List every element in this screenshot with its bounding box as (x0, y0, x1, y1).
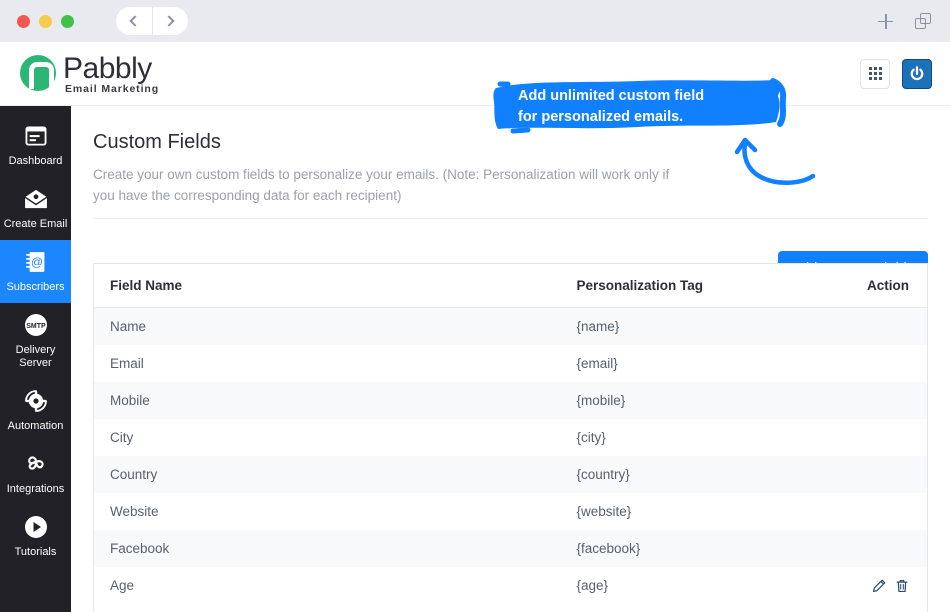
smtp-icon: SMTP (23, 312, 49, 338)
pabbly-logo[interactable]: Pabbly Email Marketing (20, 51, 160, 95)
minimize-window-button[interactable] (39, 14, 52, 28)
close-window-button[interactable] (17, 14, 30, 28)
sidebar-item-label: Integrations (6, 483, 65, 495)
logo-subtitle: Email Marketing (65, 82, 160, 95)
window-traffic-lights (17, 14, 74, 28)
cell-actions (844, 530, 927, 567)
app-window: Pabbly Email Marketing Dashboard Create … (0, 0, 950, 612)
cell-actions (844, 493, 927, 530)
plus-icon[interactable] (878, 13, 893, 29)
sidebar-item-label: Dashboard (8, 155, 63, 167)
cell-personalization-tag: {country} (576, 467, 630, 482)
power-logout-button[interactable] (902, 58, 932, 89)
stacked-windows-icon[interactable] (915, 12, 932, 30)
back-button[interactable] (116, 7, 152, 35)
cell-personalization-tag: {email} (576, 356, 618, 371)
play-circle-icon (23, 514, 49, 540)
table-row[interactable]: Facebook {facebook} (94, 530, 927, 567)
table-row[interactable]: Website {website} (94, 493, 927, 530)
sidebar-item-create-email[interactable]: Create Email (0, 177, 71, 240)
apps-grid-button[interactable] (860, 58, 890, 89)
cell-actions (844, 382, 927, 419)
cell-actions (844, 456, 927, 493)
cell-personalization-tag: {city} (576, 430, 606, 445)
cell-actions (844, 567, 927, 604)
gear-automation-icon (23, 388, 49, 414)
cell-field-name: Mobile (110, 393, 150, 408)
page-title: Custom Fields (93, 131, 221, 153)
cell-field-name: Country (110, 467, 158, 482)
cell-personalization-tag: {facebook} (576, 541, 641, 556)
main-content: Custom Fields Create your own custom fie… (71, 78, 950, 612)
cell-actions (844, 308, 927, 346)
maximize-window-button[interactable] (61, 14, 74, 28)
chevron-right-icon (163, 15, 175, 27)
forward-button[interactable] (151, 7, 189, 35)
table-row[interactable]: City {city} (94, 419, 927, 456)
sidebar-item-label: Tutorials (14, 546, 57, 558)
cell-personalization-tag: {mobile} (576, 393, 626, 408)
cell-personalization-tag: {website} (576, 504, 632, 519)
address-book-icon: @ (23, 249, 49, 275)
svg-text:@: @ (30, 255, 42, 269)
header-actions (860, 58, 932, 89)
sidebar-item-label: Subscribers (6, 281, 65, 293)
sidebar-item-delivery-server[interactable]: SMTP Delivery Server (0, 303, 71, 379)
sidebar-item-label: Delivery Server (15, 344, 56, 369)
edit-pencil-icon[interactable] (872, 579, 886, 593)
column-header-action: Action (843, 264, 927, 308)
table-row[interactable]: Name {name} (94, 307, 927, 346)
envelope-icon (23, 186, 49, 212)
cell-field-name: Facebook (110, 541, 170, 556)
sidebar: Dashboard Create Email @ Subscribers SMT… (0, 106, 71, 612)
dashboard-icon (23, 123, 49, 149)
pabbly-mark-icon (20, 54, 56, 91)
table-row[interactable]: Age {age} (94, 567, 927, 604)
table-body: Name {name} Email {email} Mobile {mobile… (94, 307, 927, 604)
sidebar-item-tutorials[interactable]: Tutorials (0, 505, 71, 568)
browser-chrome-actions (878, 12, 932, 30)
sidebar-item-label: Create Email (3, 218, 68, 230)
header-divider (93, 218, 928, 219)
cell-field-name: Name (110, 319, 147, 334)
power-icon (910, 65, 924, 80)
svg-text:SMTP: SMTP (26, 323, 46, 330)
cell-actions (844, 419, 927, 456)
chevron-left-icon (129, 15, 141, 27)
delete-trash-icon[interactable] (895, 579, 909, 593)
app-header: Pabbly Email Marketing (0, 42, 950, 106)
column-header-field-name: Field Name (94, 264, 561, 308)
browser-chrome (0, 0, 950, 42)
row-action-buttons (860, 579, 909, 593)
sidebar-item-subscribers[interactable]: @ Subscribers (0, 240, 71, 303)
browser-nav-pill (116, 7, 188, 35)
column-header-personalization-tag: Personalization Tag (560, 264, 844, 308)
integrations-nodes-icon (23, 451, 49, 477)
sidebar-item-integrations[interactable]: Integrations (0, 442, 71, 505)
sidebar-item-automation[interactable]: Automation (0, 379, 71, 442)
cell-personalization-tag: {name} (576, 319, 620, 334)
cell-field-name: Website (110, 504, 159, 519)
cell-field-name: Age (110, 578, 135, 593)
grid-apps-icon (868, 67, 882, 80)
cell-field-name: City (110, 430, 134, 445)
sidebar-item-label: Automation (7, 420, 64, 432)
logo-name: Pabbly (63, 51, 152, 85)
table-header: Field Name Personalization Tag Action (94, 264, 927, 308)
cell-personalization-tag: {age} (576, 578, 609, 593)
table-row[interactable]: Country {country} (94, 456, 927, 493)
table-row[interactable]: Email {email} (94, 345, 927, 382)
callout-line-2: for personalized emails. (518, 109, 684, 125)
cell-field-name: Email (110, 356, 144, 371)
custom-fields-table: Field Name Personalization Tag Action Na… (94, 264, 927, 604)
table-row[interactable]: Mobile {mobile} (94, 382, 927, 419)
custom-fields-table-card: Field Name Personalization Tag Action Na… (93, 263, 928, 612)
sidebar-item-dashboard[interactable]: Dashboard (0, 114, 71, 177)
page-description: Create your own custom fields to persona… (93, 167, 670, 203)
table-header-row: Field Name Personalization Tag Action (94, 264, 927, 308)
cell-actions (844, 345, 927, 382)
